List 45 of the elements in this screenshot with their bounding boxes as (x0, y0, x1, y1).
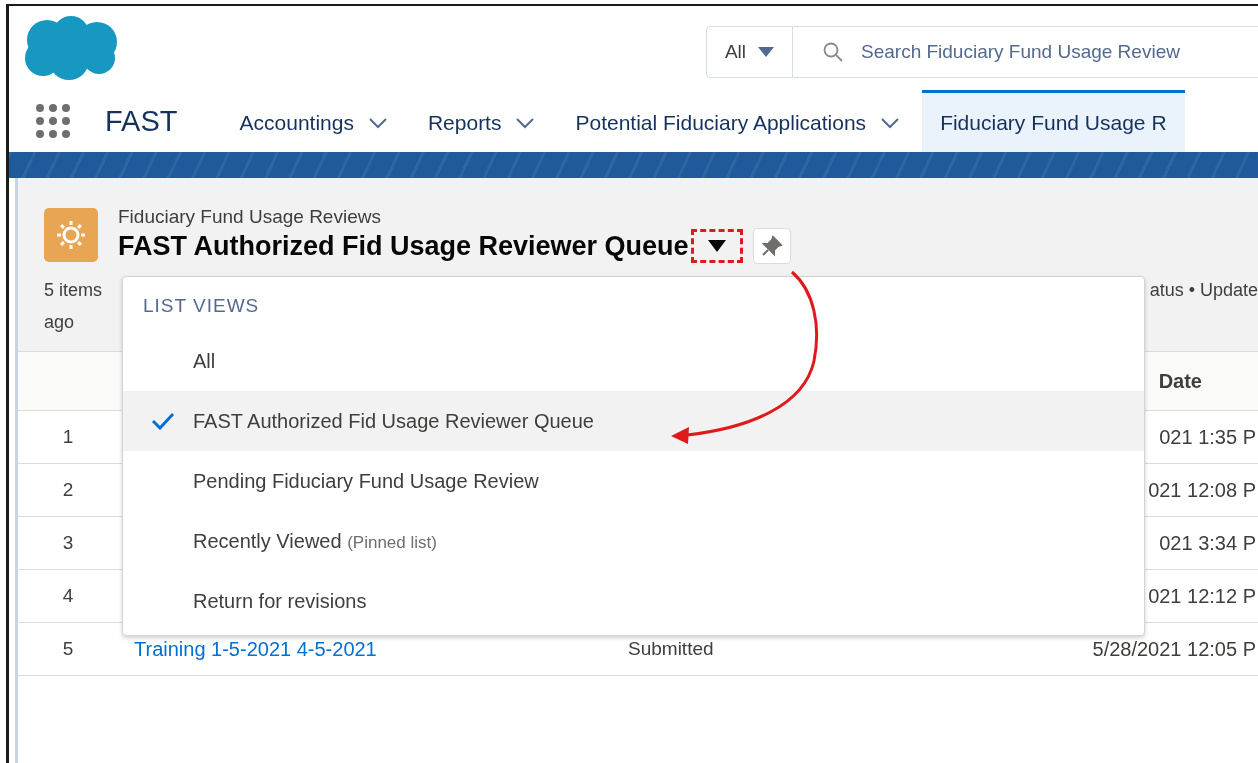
search-input[interactable]: Search Fiduciary Fund Usage Review (861, 41, 1246, 63)
table-cell-text: 021 12:12 P (1148, 584, 1257, 608)
menu-heading: LIST VIEWS (142, 294, 261, 318)
table-cell-text: 021 3:34 P (1159, 531, 1257, 555)
search-field[interactable]: Search Fiduciary Fund Usage Review (793, 26, 1258, 78)
nav-tab[interactable]: Accountings (221, 90, 406, 152)
list-meta-text: 5 items ago (44, 279, 104, 334)
menu-item-label: All (193, 349, 216, 373)
row-number: 5 (61, 638, 75, 660)
row-number: 1 (61, 426, 75, 448)
menu-item-label: Pending Fiduciary Fund Usage Review (193, 469, 539, 493)
check-icon (151, 412, 175, 430)
search-icon (823, 42, 843, 62)
table-cell-text: 021 1:35 P (1159, 425, 1257, 449)
object-name: Fiduciary Fund Usage Reviews (118, 206, 382, 228)
app-name: FAST (105, 104, 178, 138)
record-link[interactable]: Training 1-5-2021 4-5-2021 (118, 637, 377, 661)
row-number: 3 (61, 532, 75, 554)
menu-item[interactable]: All (123, 331, 1144, 391)
menu-item[interactable]: Recently Viewed (Pinned list) (123, 511, 1144, 571)
list-view-menu-button[interactable] (690, 229, 743, 263)
object-icon (44, 208, 98, 262)
row-number: 2 (61, 479, 75, 501)
menu-item[interactable]: Pending Fiduciary Fund Usage Review (123, 451, 1144, 511)
table-cell-text: 5/28/2021 12:05 P (1092, 637, 1257, 661)
table-cell-text: Submitted (628, 638, 715, 660)
nav-tab[interactable]: Reports (409, 90, 554, 152)
list-meta-text: atus • Update (1149, 279, 1258, 302)
nav-tab[interactable]: Fiduciary Fund Usage R (922, 90, 1185, 152)
menu-item-label: FAST Authorized Fid Usage Reviewer Queue (193, 409, 594, 433)
table-cell-text: 021 12:08 P (1148, 478, 1257, 502)
caret-icon (758, 47, 774, 57)
nav-tab[interactable]: Potential Fiduciary Applications (557, 90, 919, 152)
pin-icon (760, 235, 783, 257)
pin-button[interactable] (752, 228, 791, 264)
row-number: 4 (61, 585, 75, 607)
app-launcher-icon[interactable] (35, 103, 71, 139)
column-header[interactable]: Date (1158, 369, 1258, 393)
menu-item-label: Recently Viewed (Pinned list) (193, 529, 437, 553)
list-view-title: FAST Authorized Fid Usage Reviewer Queue (118, 230, 689, 262)
scope-dropdown[interactable]: All (705, 26, 793, 78)
menu-item[interactable]: Return for revisions (123, 571, 1144, 631)
menu-item-label: Return for revisions (193, 589, 367, 613)
caret-icon (707, 240, 726, 252)
menu-item[interactable]: FAST Authorized Fid Usage Reviewer Queue (123, 391, 1144, 451)
